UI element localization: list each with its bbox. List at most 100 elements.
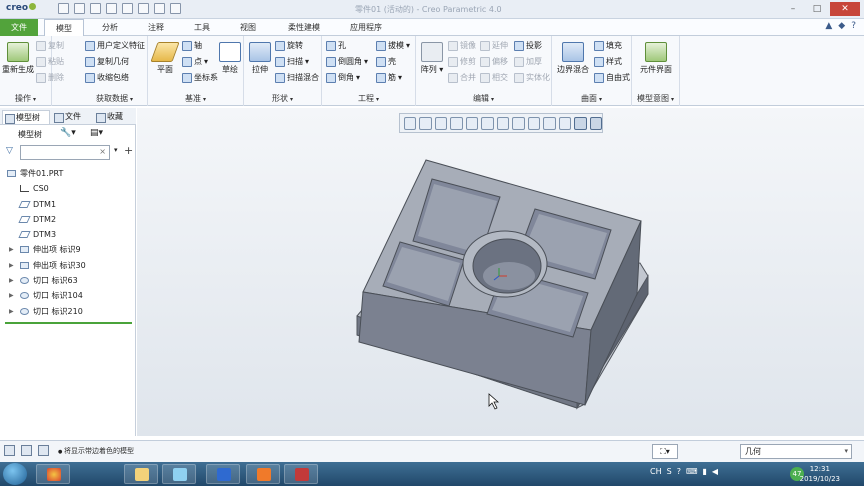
- tab-view[interactable]: 视图: [228, 19, 268, 36]
- revolve-button[interactable]: 旋转: [275, 40, 303, 51]
- tree-item-dtm2[interactable]: DTM2: [0, 212, 136, 227]
- copy-button[interactable]: 复制: [36, 40, 64, 51]
- expand-icon[interactable]: ▶: [9, 258, 14, 273]
- selection-filter[interactable]: 几何: [740, 444, 852, 459]
- help-icon[interactable]: ?: [851, 21, 856, 31]
- freestyle-button[interactable]: 自由式: [594, 72, 630, 83]
- tab-analysis[interactable]: 分析: [90, 19, 130, 36]
- draft-button[interactable]: 拔模 ▾: [376, 40, 410, 51]
- solidify-button[interactable]: 实体化: [514, 72, 550, 83]
- close-button[interactable]: ✕: [830, 2, 860, 16]
- tree-search-input[interactable]: ×: [20, 145, 110, 160]
- tab-applications[interactable]: 应用程序: [338, 19, 394, 36]
- plane-button[interactable]: 平面: [150, 42, 180, 75]
- tab-tools[interactable]: 工具: [182, 19, 222, 36]
- paste-button[interactable]: 粘贴: [36, 56, 64, 67]
- group-label-surfaces[interactable]: 曲面: [552, 93, 631, 104]
- fill-button[interactable]: 填充: [594, 40, 622, 51]
- fullscreen-icon[interactable]: [38, 445, 49, 456]
- minimize-button[interactable]: –: [782, 2, 804, 16]
- new-file-icon[interactable]: [58, 3, 69, 14]
- rib-button[interactable]: 筋 ▾: [376, 72, 402, 83]
- merge-button[interactable]: 合并: [448, 72, 476, 83]
- expand-icon[interactable]: ▶: [9, 242, 14, 257]
- start-button[interactable]: [3, 463, 27, 485]
- taskbar-player[interactable]: [246, 464, 280, 484]
- settings-icon[interactable]: ◆: [838, 21, 845, 31]
- sweep-button[interactable]: 扫描 ▾: [275, 56, 309, 67]
- undo-icon[interactable]: [106, 3, 117, 14]
- group-label-engineering[interactable]: 工程: [322, 93, 415, 104]
- component-interface-button[interactable]: 元件界面: [634, 42, 678, 75]
- filter-icon[interactable]: ▽: [6, 146, 13, 156]
- tab-favorites[interactable]: 收藏: [94, 110, 134, 124]
- offset-button[interactable]: 偏移: [480, 56, 508, 67]
- project-button[interactable]: 投影: [514, 40, 542, 51]
- shell-button[interactable]: 壳: [376, 56, 396, 67]
- open-file-icon[interactable]: [74, 3, 85, 14]
- expand-icon[interactable]: ▶: [9, 273, 14, 288]
- tree-item-dtm1[interactable]: DTM1: [0, 197, 136, 212]
- tree-item-part[interactable]: 零件01.PRT: [0, 166, 136, 181]
- intersect-button[interactable]: 相交: [480, 72, 508, 83]
- expand-icon[interactable]: ▶: [9, 304, 14, 319]
- tab-annotate[interactable]: 注释: [136, 19, 176, 36]
- tree-item-cut-104[interactable]: ▶ 切口 标识104: [0, 288, 136, 303]
- axis-button[interactable]: 轴: [182, 40, 202, 51]
- boundary-blend-button[interactable]: 边界混合: [556, 42, 590, 75]
- delete-button[interactable]: 删除: [36, 72, 64, 83]
- part-model[interactable]: [137, 108, 864, 436]
- tree-item-protrusion-9[interactable]: ▶ 伸出项 标识9: [0, 242, 136, 257]
- network-icon[interactable]: ▮: [702, 467, 706, 476]
- regenerate-icon[interactable]: [138, 3, 149, 14]
- thicken-button[interactable]: 加厚: [514, 56, 542, 67]
- insert-here-marker[interactable]: [5, 322, 132, 324]
- group-label-operations[interactable]: 操作: [0, 93, 51, 104]
- filter-dropdown-icon[interactable]: ▾: [114, 146, 118, 154]
- tab-flexible-modeling[interactable]: 柔性建模: [276, 19, 332, 36]
- taskbar-wps[interactable]: [206, 464, 240, 484]
- shrinkwrap-button[interactable]: 收缩包络: [85, 72, 129, 83]
- tree-item-protrusion-30[interactable]: ▶ 伸出项 标识30: [0, 258, 136, 273]
- taskbar-chrome[interactable]: [36, 464, 70, 484]
- udf-button[interactable]: 用户定义特征: [85, 40, 145, 51]
- graphics-window[interactable]: [137, 108, 864, 436]
- mirror-button[interactable]: 镜像: [448, 40, 476, 51]
- copy-geometry-button[interactable]: 复制几何: [85, 56, 129, 67]
- tree-settings-icon[interactable]: 🔧▾: [60, 128, 76, 138]
- tree-show-icon[interactable]: ▤▾: [90, 128, 103, 138]
- extend-button[interactable]: 延伸: [480, 40, 508, 51]
- round-button[interactable]: 倒圆角 ▾: [326, 56, 368, 67]
- group-label-editing[interactable]: 编辑: [416, 93, 551, 104]
- group-label-model-intent[interactable]: 模型意图: [632, 93, 679, 104]
- toggle-navigator-icon[interactable]: [4, 445, 15, 456]
- chamfer-button[interactable]: 倒角 ▾: [326, 72, 360, 83]
- toggle-browser-icon[interactable]: [21, 445, 32, 456]
- find-button[interactable]: ⛶▾: [652, 444, 678, 459]
- keyboard-icon[interactable]: ⌨: [686, 467, 698, 476]
- extrude-button[interactable]: 拉伸: [247, 42, 273, 75]
- hole-button[interactable]: 孔: [326, 40, 346, 51]
- tab-model[interactable]: 模型: [44, 19, 84, 37]
- group-label-shapes[interactable]: 形状: [244, 93, 321, 104]
- add-icon[interactable]: +: [124, 144, 133, 157]
- taskbar-explorer[interactable]: [124, 464, 158, 484]
- ime-icon[interactable]: S: [667, 467, 672, 476]
- csys-button[interactable]: 坐标系: [182, 72, 218, 83]
- regenerate-button[interactable]: 重新生成: [2, 42, 34, 75]
- save-icon[interactable]: [90, 3, 101, 14]
- tree-item-cut-63[interactable]: ▶ 切口 标识63: [0, 273, 136, 288]
- sketch-button[interactable]: 草绘: [218, 42, 242, 75]
- group-label-datum[interactable]: 基准: [148, 93, 243, 104]
- search-help-icon[interactable]: ▲: [825, 21, 832, 31]
- tree-item-dtm3[interactable]: DTM3: [0, 227, 136, 242]
- windows-icon[interactable]: [154, 3, 165, 14]
- tab-folder-browser[interactable]: 文件: [52, 110, 92, 124]
- tab-model-tree[interactable]: 模型树: [2, 110, 50, 124]
- help-tray-icon[interactable]: ?: [677, 467, 681, 476]
- clear-search-icon[interactable]: ×: [99, 147, 106, 156]
- taskbar-creo[interactable]: [284, 464, 318, 484]
- tree-item-cs0[interactable]: CS0: [0, 181, 136, 196]
- input-language[interactable]: CH: [650, 467, 662, 476]
- point-button[interactable]: 点 ▾: [182, 56, 208, 67]
